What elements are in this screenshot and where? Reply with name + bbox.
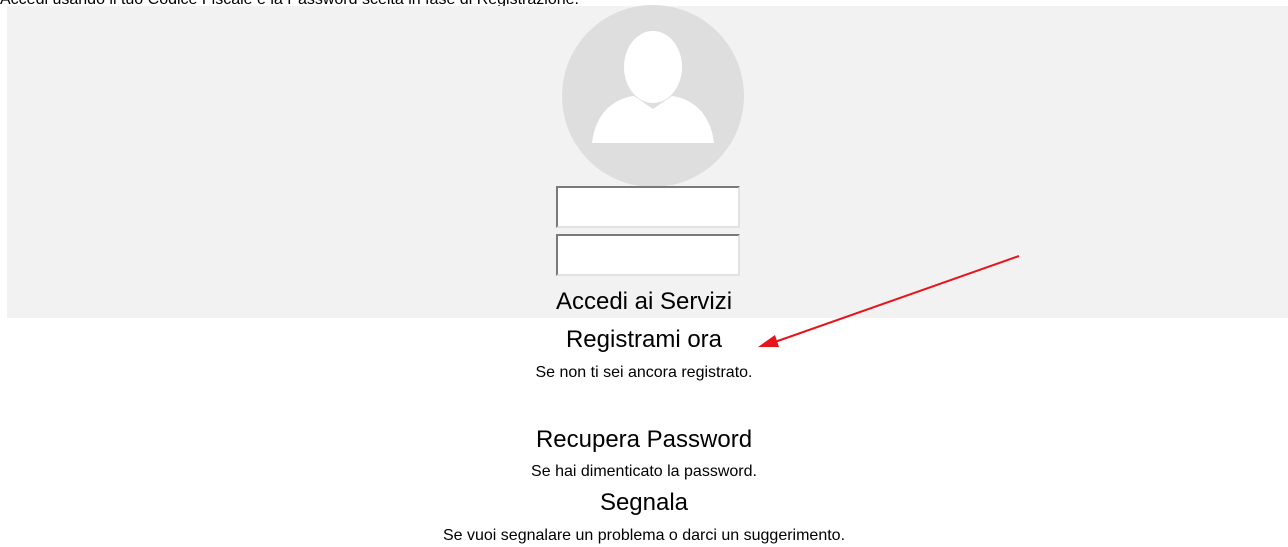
registrami-ora-link[interactable]: Registrami ora bbox=[0, 326, 1288, 354]
avatar bbox=[562, 5, 744, 187]
password-input[interactable] bbox=[556, 234, 740, 276]
codice-fiscale-input[interactable] bbox=[556, 186, 740, 228]
accedi-ai-servizi-button[interactable]: Accedi ai Servizi bbox=[0, 288, 1288, 316]
recupera-description: Se hai dimenticato la password. bbox=[531, 463, 757, 480]
segnala-link[interactable]: Segnala bbox=[0, 489, 1288, 517]
recupera-password-link[interactable]: Recupera Password bbox=[0, 426, 1288, 454]
registrami-description: Se non ti sei ancora registrato. bbox=[535, 364, 753, 381]
user-silhouette-icon bbox=[592, 31, 714, 143]
login-page: Accedi usando il tuo Codice Fiscale e la… bbox=[0, 0, 1288, 547]
segnala-description: Se vuoi segnalare un problema o darci un… bbox=[442, 527, 846, 544]
